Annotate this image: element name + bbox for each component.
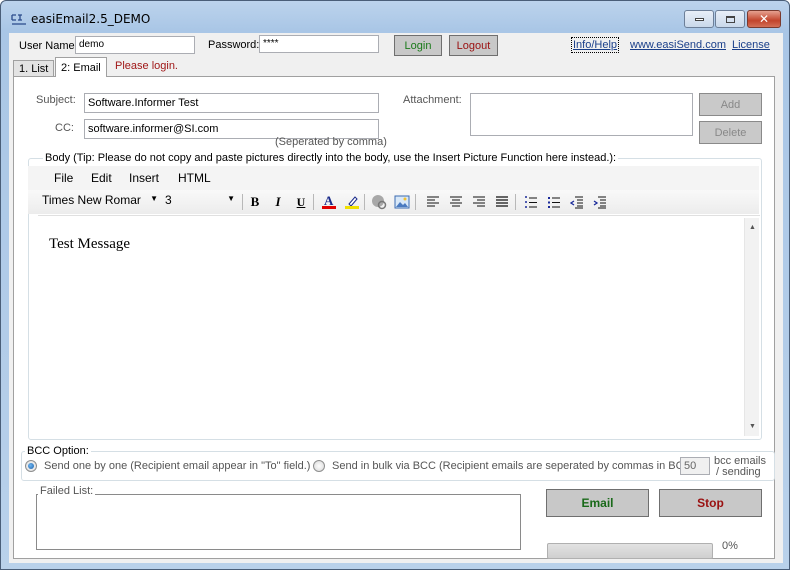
title-bar[interactable]: easiEmail2.5_DEMO ✕ bbox=[1, 1, 789, 35]
minimize-button[interactable] bbox=[684, 10, 714, 28]
password-label: Password: bbox=[208, 39, 260, 51]
menu-edit[interactable]: Edit bbox=[91, 171, 112, 185]
send-bulk-radio[interactable] bbox=[313, 460, 325, 472]
insert-picture-icon[interactable] bbox=[393, 193, 411, 211]
outdent-icon[interactable] bbox=[568, 193, 586, 211]
toolbar-separator bbox=[364, 194, 365, 210]
login-button[interactable]: Login bbox=[394, 35, 442, 56]
font-name-value: Times New Romar bbox=[42, 193, 141, 207]
body-group-title: Body (Tip: Please do not copy and paste … bbox=[43, 152, 619, 164]
bulk-unit-label: bcc emails / sending bbox=[714, 456, 766, 478]
failed-list-label: Failed List: bbox=[38, 485, 96, 497]
send-bulk-label[interactable]: Send in bulk via BCC (Recipient emails a… bbox=[332, 460, 695, 472]
username-label: User Name: bbox=[19, 40, 78, 52]
subject-input[interactable]: Software.Informer Test bbox=[84, 93, 379, 113]
bcc-group-title: BCC Option: bbox=[25, 445, 91, 457]
cc-label: CC: bbox=[55, 122, 74, 134]
minimize-icon bbox=[694, 17, 704, 21]
stop-button[interactable]: Stop bbox=[659, 489, 762, 517]
app-logo-icon bbox=[11, 14, 26, 25]
menu-insert[interactable]: Insert bbox=[129, 171, 159, 185]
align-right-icon[interactable] bbox=[470, 193, 488, 211]
scroll-down-icon[interactable]: ▼ bbox=[745, 419, 760, 434]
align-left-icon[interactable] bbox=[424, 193, 442, 211]
align-center-icon[interactable] bbox=[447, 193, 465, 211]
insert-link-icon[interactable] bbox=[370, 193, 388, 211]
chevron-down-icon: ▼ bbox=[150, 194, 158, 203]
username-input[interactable]: demo bbox=[75, 36, 195, 54]
delete-attachment-button[interactable]: Delete bbox=[699, 121, 762, 144]
font-size-select[interactable]: 3 ▼ bbox=[165, 193, 237, 211]
email-send-button[interactable]: Email bbox=[546, 489, 649, 517]
highlight-icon[interactable] bbox=[343, 193, 361, 211]
toolbar-separator bbox=[515, 194, 516, 210]
send-one-by-one-label[interactable]: Send one by one (Recipient email appear … bbox=[44, 460, 310, 472]
font-color-icon[interactable]: A bbox=[320, 193, 338, 211]
font-size-value: 3 bbox=[165, 193, 172, 207]
body-content[interactable]: Test Message bbox=[49, 236, 130, 253]
svg-text:A: A bbox=[324, 194, 334, 208]
send-progress-bar bbox=[547, 543, 713, 559]
tab-email[interactable]: 2: Email bbox=[55, 57, 107, 77]
password-input[interactable]: **** bbox=[259, 35, 379, 53]
font-name-select[interactable]: Times New Romar ▼ bbox=[42, 193, 160, 211]
window-title: easiEmail2.5_DEMO bbox=[31, 12, 151, 26]
close-icon: ✕ bbox=[758, 12, 770, 26]
close-button[interactable]: ✕ bbox=[747, 10, 781, 28]
send-one-by-one-radio[interactable] bbox=[25, 460, 37, 472]
add-attachment-button[interactable]: Add bbox=[699, 93, 762, 116]
menu-html[interactable]: HTML bbox=[178, 171, 211, 185]
bold-icon[interactable]: B bbox=[246, 193, 264, 211]
justify-icon[interactable] bbox=[493, 193, 511, 211]
body-editor[interactable]: Test Message ▲ ▼ bbox=[38, 215, 760, 437]
app-window: easiEmail2.5_DEMO ✕ User Name: demo Pass… bbox=[0, 0, 790, 570]
cc-hint: (Seperated by comma) bbox=[275, 136, 387, 148]
attachment-label: Attachment: bbox=[403, 94, 462, 106]
license-link[interactable]: License bbox=[732, 39, 770, 51]
editor-toolbar: Times New Romar ▼ 3 ▼ B I U A bbox=[28, 190, 759, 214]
maximize-button[interactable] bbox=[715, 10, 745, 28]
underline-icon[interactable]: U bbox=[292, 193, 310, 211]
toolbar-separator bbox=[242, 194, 243, 210]
subject-label: Subject: bbox=[36, 94, 76, 106]
toolbar-separator bbox=[313, 194, 314, 210]
menu-file[interactable]: File bbox=[54, 171, 73, 185]
logout-button[interactable]: Logout bbox=[449, 35, 498, 56]
status-message: Please login. bbox=[115, 60, 178, 72]
info-help-link[interactable]: Info/Help bbox=[570, 37, 620, 53]
numbered-list-icon[interactable] bbox=[522, 193, 540, 211]
scroll-up-icon[interactable]: ▲ bbox=[745, 220, 760, 235]
italic-icon[interactable]: I bbox=[269, 193, 287, 211]
indent-icon[interactable] bbox=[591, 193, 609, 211]
website-link[interactable]: www.easiSend.com bbox=[630, 39, 726, 51]
maximize-icon bbox=[725, 15, 735, 23]
editor-menubar: File Edit Insert HTML bbox=[28, 166, 759, 190]
tab-list[interactable]: 1. List bbox=[13, 60, 55, 77]
bullet-list-icon[interactable] bbox=[545, 193, 563, 211]
chevron-down-icon: ▼ bbox=[227, 194, 235, 203]
progress-label: 0% bbox=[722, 540, 738, 552]
attachment-list[interactable] bbox=[470, 93, 693, 136]
bulk-unit-line2: / sending bbox=[716, 466, 761, 478]
editor-scrollbar[interactable]: ▲ ▼ bbox=[744, 218, 759, 436]
bulk-count-input[interactable]: 50 bbox=[680, 457, 710, 475]
toolbar-separator bbox=[415, 194, 416, 210]
failed-list[interactable] bbox=[36, 494, 521, 550]
